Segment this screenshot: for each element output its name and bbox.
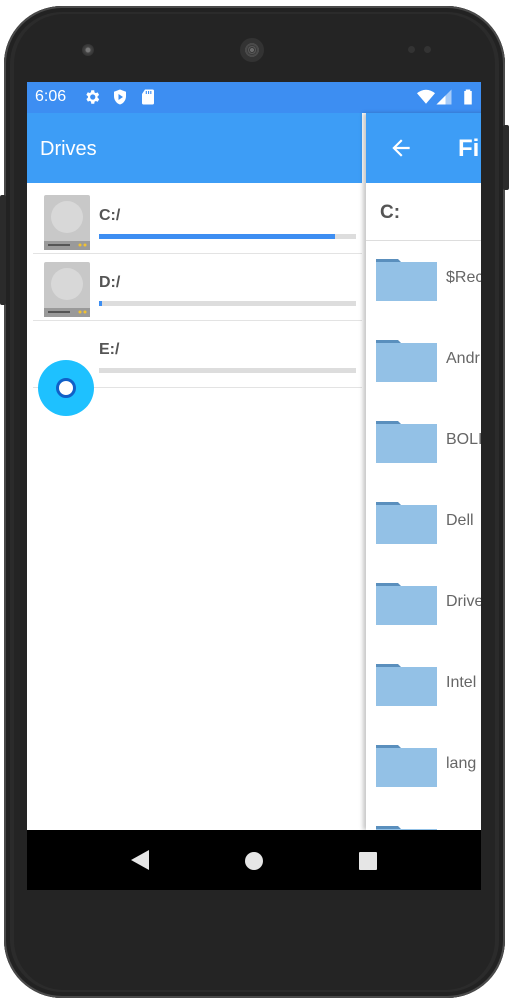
file-list-item[interactable]: BOLI — [366, 403, 481, 484]
back-icon[interactable] — [129, 848, 151, 872]
folder-icon — [376, 826, 437, 830]
drive-item-c[interactable]: C:/ — [33, 187, 362, 254]
file-name: $Rec — [446, 269, 481, 286]
shield-icon — [114, 89, 126, 105]
touch-indicator-dot — [56, 378, 76, 398]
file-name: Intel — [446, 674, 477, 691]
files-title: Fi — [458, 135, 480, 162]
power-button — [503, 125, 509, 190]
wifi-icon — [417, 89, 435, 104]
folder-icon — [376, 583, 437, 625]
file-list-item[interactable] — [366, 808, 481, 830]
drive-label: C:/ — [99, 207, 121, 224]
file-name: Drive — [446, 593, 481, 610]
status-bar: 6:06 — [27, 82, 481, 113]
hard-drive-icon — [44, 262, 90, 317]
drive-usage-bar — [99, 301, 356, 306]
folder-icon — [376, 421, 437, 463]
file-list-item[interactable]: lang — [366, 727, 481, 808]
signal-icon — [436, 89, 452, 105]
home-icon[interactable] — [243, 850, 265, 872]
drives-title: Drives — [40, 138, 97, 160]
drives-panel: Drives C:/ D:/ E:/ — [27, 113, 362, 830]
folder-icon — [376, 664, 437, 706]
volume-button — [0, 195, 6, 305]
battery-icon — [464, 89, 472, 105]
files-panel: Fi C: $Rec Andr BOLI Dell Drive Intel lang — [366, 113, 481, 830]
file-list-item[interactable]: Andr — [366, 322, 481, 403]
drive-usage-fill — [99, 234, 336, 239]
drive-usage-fill — [99, 301, 102, 306]
status-time: 6:06 — [35, 88, 67, 105]
folder-icon — [376, 745, 437, 787]
screen: 6:06 Drives C:/ D:/ E:/ Fi C: $Rec Andr … — [27, 82, 481, 830]
file-name: Andr — [446, 350, 480, 367]
proximity-sensor — [408, 46, 415, 53]
light-sensor — [424, 46, 431, 53]
file-name: Dell — [446, 512, 474, 529]
front-camera-icon — [82, 44, 94, 56]
file-name: BOLI — [446, 431, 481, 448]
files-app-bar: Fi — [366, 113, 481, 183]
folder-icon — [376, 502, 437, 544]
hard-drive-icon — [44, 195, 90, 250]
sd-card-icon — [142, 89, 154, 105]
earpiece-speaker — [240, 38, 264, 62]
settings-icon — [86, 90, 100, 104]
drive-usage-bar — [99, 234, 356, 239]
drive-label: E:/ — [99, 341, 120, 358]
folder-icon — [376, 340, 437, 382]
drive-usage-bar — [99, 368, 356, 373]
file-list-item[interactable]: Intel — [366, 646, 481, 727]
drive-label: D:/ — [99, 274, 121, 291]
folder-icon — [376, 259, 437, 301]
file-list-item[interactable]: Drive — [366, 565, 481, 646]
recents-icon[interactable] — [358, 851, 378, 871]
back-arrow-icon[interactable] — [388, 135, 414, 161]
current-path: C: — [380, 202, 401, 223]
file-name: lang — [446, 755, 477, 772]
file-list-item[interactable]: $Rec — [366, 241, 481, 322]
navigation-bar — [27, 830, 481, 890]
drive-item-d[interactable]: D:/ — [33, 254, 362, 321]
drives-app-bar: Drives — [27, 113, 362, 183]
path-bar: C: — [366, 183, 481, 241]
touch-indicator — [38, 360, 94, 416]
file-list-item[interactable]: Dell — [366, 484, 481, 565]
